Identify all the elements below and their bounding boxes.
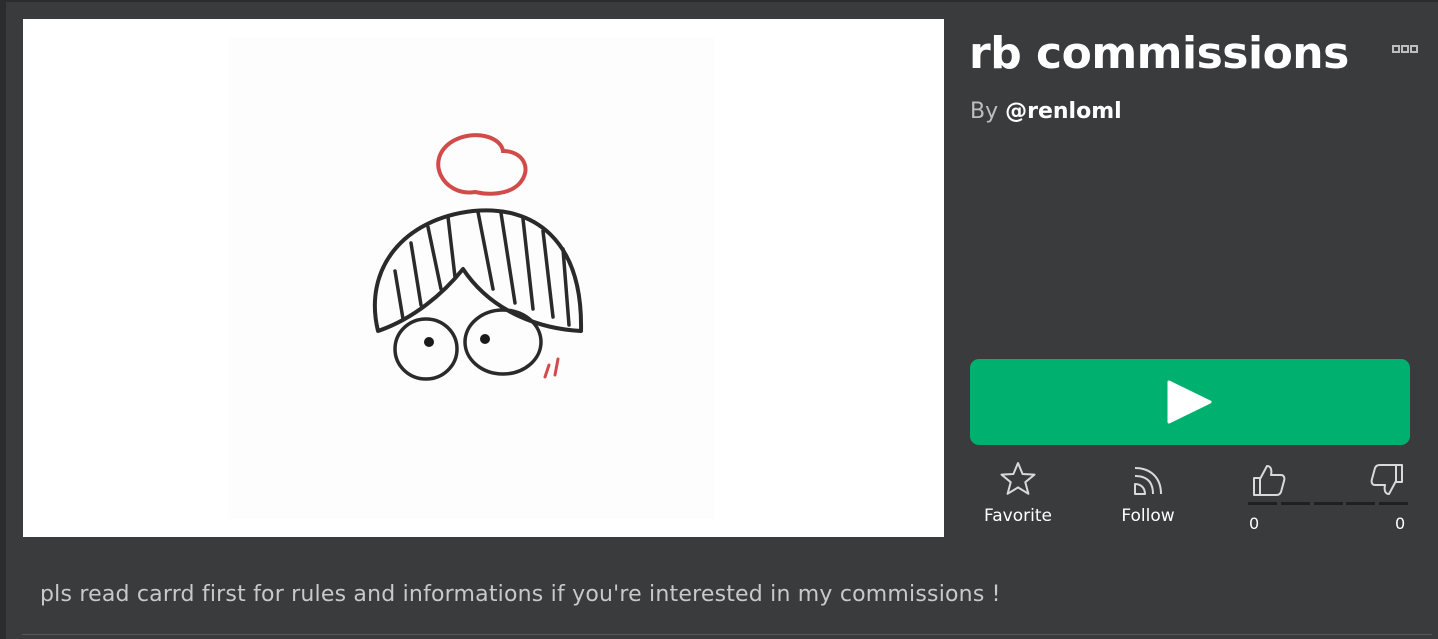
thumbs-up-icon <box>1253 465 1286 496</box>
vote-bar-segment <box>1280 502 1310 505</box>
follow-button[interactable]: Follow <box>1093 460 1203 526</box>
creator-byline: By @renloml <box>970 99 1122 124</box>
play-button[interactable] <box>970 359 1410 445</box>
vote-bar-segment <box>1379 502 1408 505</box>
more-dots-icon <box>1392 45 1418 53</box>
game-title: rb commissions <box>969 28 1349 79</box>
vote-ratio-bar <box>1248 502 1408 505</box>
by-prefix: By <box>970 99 999 124</box>
follow-label: Follow <box>1121 506 1175 526</box>
divider <box>22 634 1432 635</box>
star-icon <box>1000 462 1036 495</box>
play-icon <box>1167 380 1212 424</box>
more-options-button[interactable] <box>1390 40 1420 60</box>
thumbs-down-icon <box>1370 464 1403 495</box>
favorite-label: Favorite <box>984 506 1052 526</box>
game-thumbnail <box>23 19 944 537</box>
upvote-button[interactable] <box>1250 462 1286 502</box>
game-description: pls read carrd first for rules and infor… <box>40 582 1001 607</box>
vote-bar-segment <box>1346 502 1376 505</box>
vote-bar-segment <box>1248 502 1277 505</box>
downvote-count: 0 <box>1395 514 1406 533</box>
creator-link[interactable]: @renloml <box>1005 99 1122 124</box>
vote-bar-segment <box>1313 502 1343 505</box>
rss-icon <box>1134 467 1162 495</box>
upvote-count: 0 <box>1249 514 1260 533</box>
thumbnail-drawing <box>228 37 714 519</box>
favorite-button[interactable]: Favorite <box>963 460 1073 526</box>
downvote-button[interactable] <box>1370 462 1406 502</box>
page: rb commissions By @renloml Favorite Foll… <box>0 0 1438 639</box>
